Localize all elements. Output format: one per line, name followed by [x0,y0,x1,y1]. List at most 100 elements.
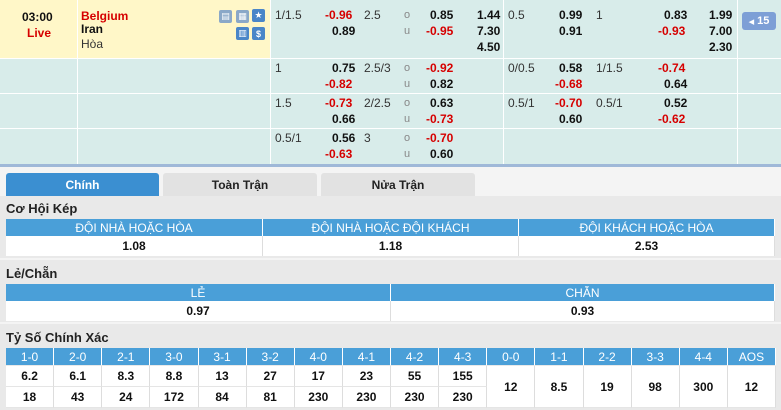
tab-full-match[interactable]: Toàn Trận [163,173,317,197]
star-icon[interactable]: ★ [252,9,265,22]
score-header: 2-0 [54,348,103,365]
score-header: 3-3 [631,348,680,365]
half-handicap-away-odd[interactable]: -0.68 [555,77,582,91]
under-label: u [404,113,411,125]
handicap-home-odd[interactable]: -0.73 [325,96,352,110]
over-odd[interactable]: -0.92 [426,61,453,75]
handicap-home-odd[interactable]: 0.56 [332,131,355,145]
col-divider [737,0,738,164]
header-home-or-away: ĐỘI NHÀ HOẶC ĐỘI KHÁCH [263,219,519,236]
score-home-win-odd[interactable]: 8.3 [102,366,151,387]
score-away-win-odd[interactable]: 230 [439,387,488,408]
handicap-away-odd[interactable]: -0.82 [325,77,352,91]
score-header: 0-0 [487,348,536,365]
score-home-win-odd[interactable]: 6.2 [6,366,55,387]
col-divider [270,0,271,164]
score-draw-odd[interactable]: 12 [727,366,776,408]
under-odd[interactable]: 0.60 [430,147,453,161]
under-odd[interactable]: -0.73 [426,112,453,126]
score-home-win-odd[interactable]: 6.1 [54,366,103,387]
over-odd[interactable]: -0.70 [426,131,453,145]
score-draw-odd[interactable]: 19 [583,366,632,408]
tab-half-match[interactable]: Nửa Trận [321,173,475,197]
even-value[interactable]: 0.93 [391,301,775,321]
score-draw-odd[interactable]: 98 [631,366,680,408]
score-header: 2-1 [102,348,151,365]
handicap-home-odd[interactable]: -0.96 [325,8,352,22]
score-home-win-odd[interactable]: 8.8 [150,366,199,387]
under-odd[interactable]: -0.95 [426,24,453,38]
score-home-win-odd[interactable]: 17 [294,366,343,387]
half-under-odd[interactable]: -0.62 [658,112,685,126]
half-over-odd[interactable]: 0.52 [664,96,687,110]
half-handicap-home-odd[interactable]: 0.99 [559,8,582,22]
market-tabs: Chính Toàn Trận Nửa Trận [0,164,781,197]
row-divider [0,58,781,59]
half-handicap-home-odd[interactable]: -0.70 [555,96,582,110]
score-away-win-odd[interactable]: 43 [54,387,103,408]
chart-icon[interactable]: ▥ [236,27,249,40]
score-home-win-odd[interactable]: 55 [391,366,440,387]
score-away-win-odd[interactable]: 172 [150,387,199,408]
over-odd[interactable]: 0.63 [430,96,453,110]
under-odd[interactable]: 0.82 [430,77,453,91]
half-under-odd[interactable]: -0.93 [658,24,685,38]
double-chance-title: Cơ Hội Kép [6,201,78,216]
1x2-draw-odd[interactable]: 4.50 [477,40,500,54]
handicap-away-odd[interactable]: -0.63 [325,147,352,161]
handicap-away-odd[interactable]: 0.89 [332,24,355,38]
handicap-away-odd[interactable]: 0.66 [332,112,355,126]
half-1x2-away-odd[interactable]: 7.00 [709,24,732,38]
more-markets-button[interactable]: ◂ 15 [742,12,776,30]
score-away-win-odd[interactable]: 230 [294,387,343,408]
half-ou-line: 0.5/1 [596,96,623,110]
score-away-win-odd[interactable]: 18 [6,387,55,408]
odds-table: 03:00 Live Belgium Iran Hòa ▤ ▦ ★ ▥ $ ◂ 1… [0,0,781,164]
dollar-icon[interactable]: $ [252,27,265,40]
over-label: o [404,132,411,144]
1x2-home-odd[interactable]: 1.44 [477,8,500,22]
match-status: Live [27,26,52,40]
half-under-odd[interactable]: 0.64 [664,77,687,91]
over-odd[interactable]: 0.85 [430,8,453,22]
header-even: CHẴN [391,284,775,301]
over-label: o [404,9,411,21]
score-away-win-odd[interactable]: 230 [391,387,440,408]
home-or-away-odd[interactable]: 1.18 [263,236,519,256]
away-team[interactable]: Iran [81,22,103,36]
header-home-or-draw: ĐỘI NHÀ HOẶC HÒA [6,219,263,236]
under-label: u [404,148,411,160]
score-draw-odd[interactable]: 300 [679,366,728,408]
half-over-odd[interactable]: 0.83 [664,8,687,22]
handicap-home-odd[interactable]: 0.75 [332,61,355,75]
odd-even-title: Lẻ/Chẵn [6,266,58,281]
score-away-win-odd[interactable]: 230 [342,387,391,408]
half-ou-line: 1/1.5 [596,61,623,75]
half-handicap-away-odd[interactable]: 0.60 [559,112,582,126]
score-away-win-odd[interactable]: 81 [246,387,295,408]
odd-value[interactable]: 0.97 [6,301,391,321]
score-draw-odd[interactable]: 8.5 [535,366,584,408]
half-handicap-home-odd[interactable]: 0.58 [559,61,582,75]
half-1x2-draw-odd[interactable]: 2.30 [709,40,732,54]
score-away-win-odd[interactable]: 84 [198,387,247,408]
score-header: 4-0 [294,348,343,365]
score-home-win-odd[interactable]: 27 [246,366,295,387]
under-label: u [404,25,411,37]
tab-main[interactable]: Chính [6,173,159,197]
half-handicap-away-odd[interactable]: 0.91 [559,24,582,38]
score-home-win-odd[interactable]: 13 [198,366,247,387]
score-away-win-odd[interactable]: 24 [102,387,151,408]
half-1x2-home-odd[interactable]: 1.99 [709,8,732,22]
home-or-draw-odd[interactable]: 1.08 [6,236,263,256]
away-or-draw-odd[interactable]: 2.53 [519,236,775,256]
score-home-win-odd[interactable]: 23 [342,366,391,387]
score-home-win-odd[interactable]: 155 [439,366,488,387]
half-over-odd[interactable]: -0.74 [658,61,685,75]
1x2-away-odd[interactable]: 7.30 [477,24,500,38]
grid-icon[interactable]: ▦ [236,10,249,23]
score-draw-odd[interactable]: 12 [487,366,536,408]
home-team[interactable]: Belgium [81,9,128,23]
correct-score-header: 1-0 2-0 2-1 3-0 3-1 3-2 4-0 4-1 4-2 4-3 0-0 1-1 2-2 3… [6,348,776,365]
table-icon[interactable]: ▤ [219,10,232,23]
